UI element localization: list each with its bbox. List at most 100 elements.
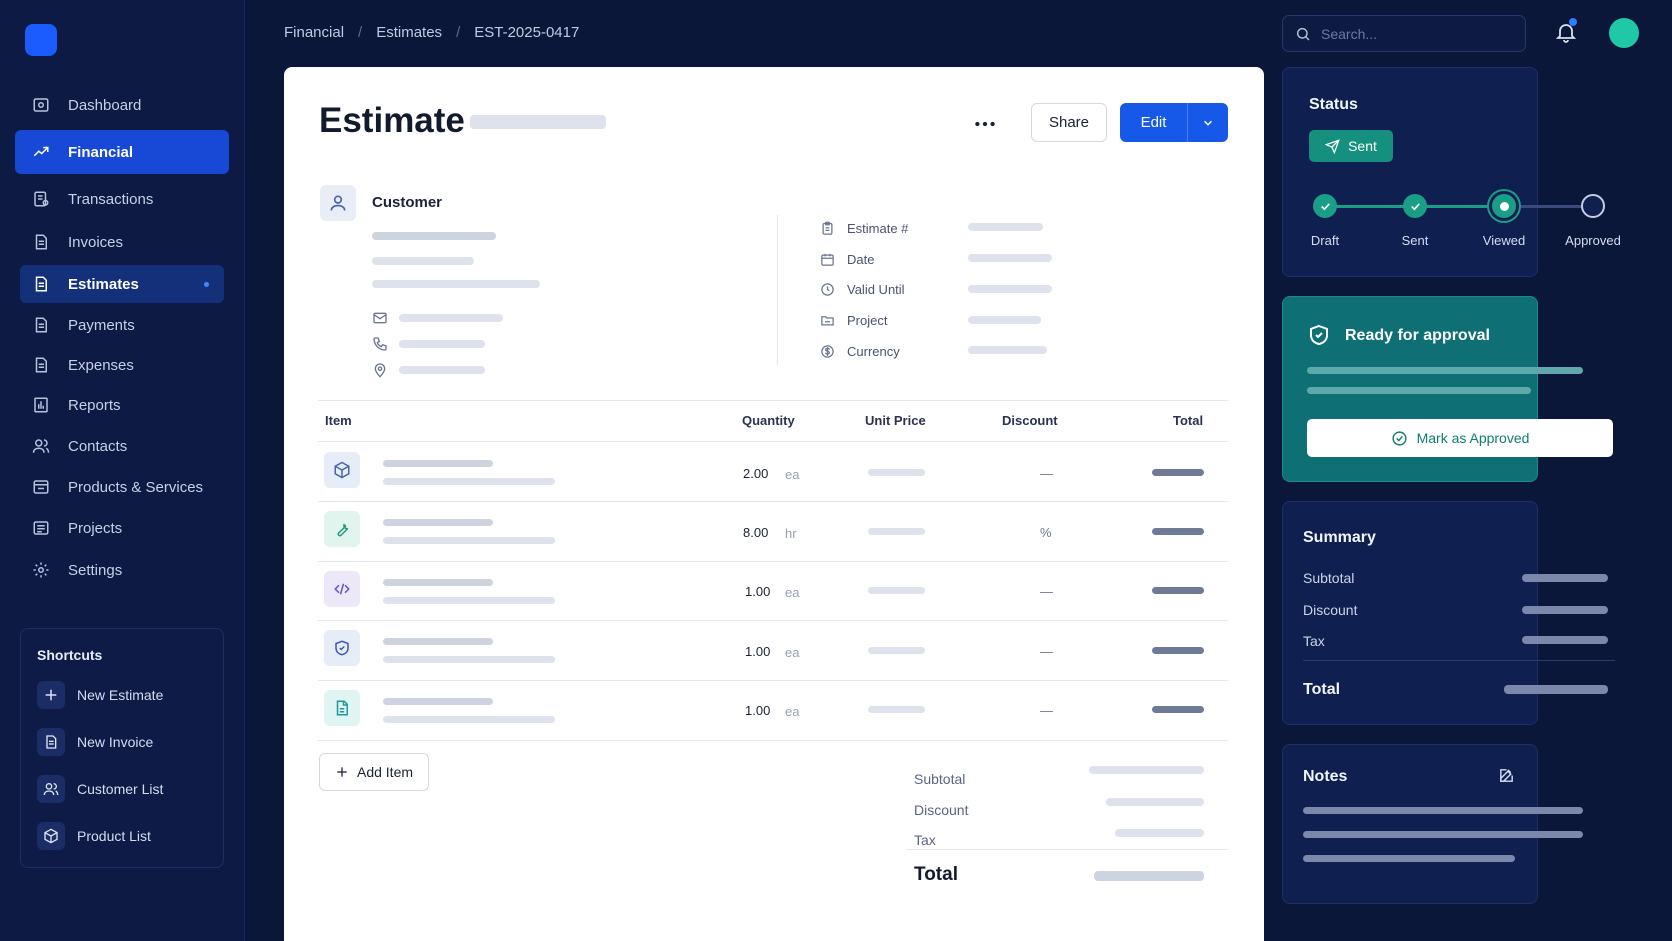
- shield-icon: [335, 640, 349, 656]
- users-icon: [43, 783, 59, 796]
- item-desc-placeholder: [383, 656, 555, 663]
- item-total-placeholder: [1152, 528, 1204, 535]
- summary-discount-label: Discount: [1303, 602, 1358, 618]
- breadcrumb-current: EST-2025-0417: [474, 24, 580, 41]
- app-logo[interactable]: [25, 24, 57, 56]
- sidebar-item-label: Payments: [68, 316, 135, 334]
- unit-price-placeholder: [868, 706, 925, 713]
- edit-icon[interactable]: [1498, 767, 1515, 784]
- dollar-circle-icon: [821, 344, 834, 358]
- box-icon: [44, 828, 58, 844]
- mark-as-approved-button[interactable]: Mark as Approved: [1307, 419, 1613, 457]
- column-header-unit-price: Unit Price: [865, 413, 926, 428]
- item-discount: —: [1040, 466, 1053, 481]
- approval-text-placeholder: [1307, 387, 1531, 394]
- shortcut-label: New Invoice: [77, 734, 154, 750]
- row-icon-box: [324, 690, 360, 726]
- item-unit: ea: [785, 704, 800, 719]
- unit-price-placeholder: [868, 469, 925, 476]
- sidebar-item-label: Contacts: [68, 437, 128, 455]
- sidebar-item-products-services[interactable]: Products & Services: [15, 465, 229, 509]
- clipboard-icon: [822, 221, 833, 235]
- meta-label: Valid Until: [847, 281, 905, 297]
- sidebar-item-dashboard[interactable]: Dashboard: [15, 83, 229, 127]
- sidebar-item-estimates[interactable]: Estimates: [20, 265, 224, 303]
- sidebar-item-settings[interactable]: Settings: [15, 548, 229, 592]
- item-name-placeholder: [383, 460, 493, 467]
- meta-label: Estimate #: [847, 220, 909, 236]
- shortcut-product-list[interactable]: Product List: [37, 821, 217, 851]
- sidebar-item-invoices[interactable]: Invoices: [15, 220, 229, 264]
- search-placeholder: Search...: [1321, 25, 1378, 42]
- plus-icon: [45, 689, 57, 701]
- customer-line-placeholder: [372, 280, 540, 288]
- summary-divider: [1303, 660, 1615, 661]
- unit-price-placeholder: [868, 587, 925, 594]
- item-name-placeholder: [383, 698, 493, 705]
- sidebar-item-expenses[interactable]: Expenses: [15, 343, 229, 387]
- approval-text-placeholder: [1307, 367, 1583, 374]
- shortcut-new-estimate[interactable]: New Estimate: [37, 680, 217, 710]
- item-quantity: 1.00: [745, 644, 771, 659]
- sidebar-item-transactions[interactable]: Transactions: [15, 177, 229, 221]
- add-item-label: Add Item: [356, 764, 414, 780]
- item-unit: ea: [785, 467, 800, 482]
- edit-button[interactable]: Edit: [1120, 103, 1188, 142]
- add-item-button[interactable]: Add Item: [319, 753, 429, 791]
- meta-value-placeholder: [968, 346, 1047, 354]
- vertical-divider: [777, 215, 778, 365]
- sidebar-item-contacts[interactable]: Contacts: [15, 424, 229, 468]
- summary-subtotal-placeholder: [1522, 574, 1608, 582]
- shortcut-icon-box: [37, 728, 65, 756]
- avatar[interactable]: [1609, 18, 1639, 48]
- meta-date: Date: [820, 249, 874, 269]
- status-title: Status: [1309, 96, 1358, 113]
- transactions-icon: [34, 191, 49, 207]
- breadcrumb-financial[interactable]: Financial: [284, 24, 344, 41]
- shortcut-label: Customer List: [77, 781, 164, 797]
- sidebar-item-projects[interactable]: Projects: [15, 506, 229, 550]
- column-header-total: Total: [1173, 413, 1204, 428]
- meta-label: Currency: [847, 343, 900, 359]
- item-name-placeholder: [383, 519, 493, 526]
- subtotal-value-placeholder: [1089, 766, 1204, 774]
- check-circle-icon: [1391, 430, 1407, 446]
- notes-title: Notes: [1303, 768, 1348, 785]
- shortcuts-panel: Shortcuts New Estimate New Invoice Custo…: [20, 628, 224, 868]
- shortcut-customer-list[interactable]: Customer List: [37, 774, 217, 804]
- discount-label: Discount: [914, 802, 969, 818]
- sidebar-item-financial[interactable]: Financial: [15, 130, 229, 174]
- step-draft: [1313, 194, 1337, 218]
- table-row-divider: [318, 680, 1228, 681]
- shortcut-new-invoice[interactable]: New Invoice: [37, 727, 217, 757]
- breadcrumb-estimates[interactable]: Estimates: [376, 24, 442, 41]
- mail-icon: [373, 312, 387, 324]
- grand-total-label: Total: [914, 864, 958, 885]
- shortcut-label: New Estimate: [77, 687, 164, 703]
- discount-value-placeholder: [1106, 798, 1204, 806]
- item-quantity: 1.00: [745, 703, 771, 718]
- sidebar-item-label: Invoices: [68, 233, 124, 251]
- edit-dropdown-button[interactable]: [1188, 103, 1228, 142]
- meta-label: Date: [847, 251, 875, 267]
- search-input[interactable]: Search...: [1282, 15, 1526, 52]
- more-options-icon[interactable]: [972, 111, 998, 137]
- sidebar-item-reports[interactable]: Reports: [15, 383, 229, 427]
- sidebar-item-payments[interactable]: Payments: [15, 303, 229, 347]
- sidebar-item-label: Projects: [68, 519, 123, 537]
- item-name-placeholder: [383, 579, 493, 586]
- sidebar-item-label: Financial: [68, 143, 134, 161]
- meta-estimate-number: Estimate #: [820, 218, 908, 238]
- customer-icon-box: [320, 185, 356, 221]
- meta-value-placeholder: [968, 223, 1043, 231]
- document-icon: [35, 276, 47, 292]
- code-icon: [334, 583, 350, 595]
- notes-text-placeholder: [1303, 807, 1583, 814]
- unit-price-placeholder: [868, 647, 925, 654]
- document-icon: [35, 357, 47, 373]
- shortcut-icon-box: [37, 681, 65, 709]
- status-badge-label: Sent: [1348, 138, 1377, 154]
- file-icon: [336, 700, 348, 716]
- step-approved: [1581, 194, 1605, 218]
- share-button[interactable]: Share: [1031, 103, 1107, 142]
